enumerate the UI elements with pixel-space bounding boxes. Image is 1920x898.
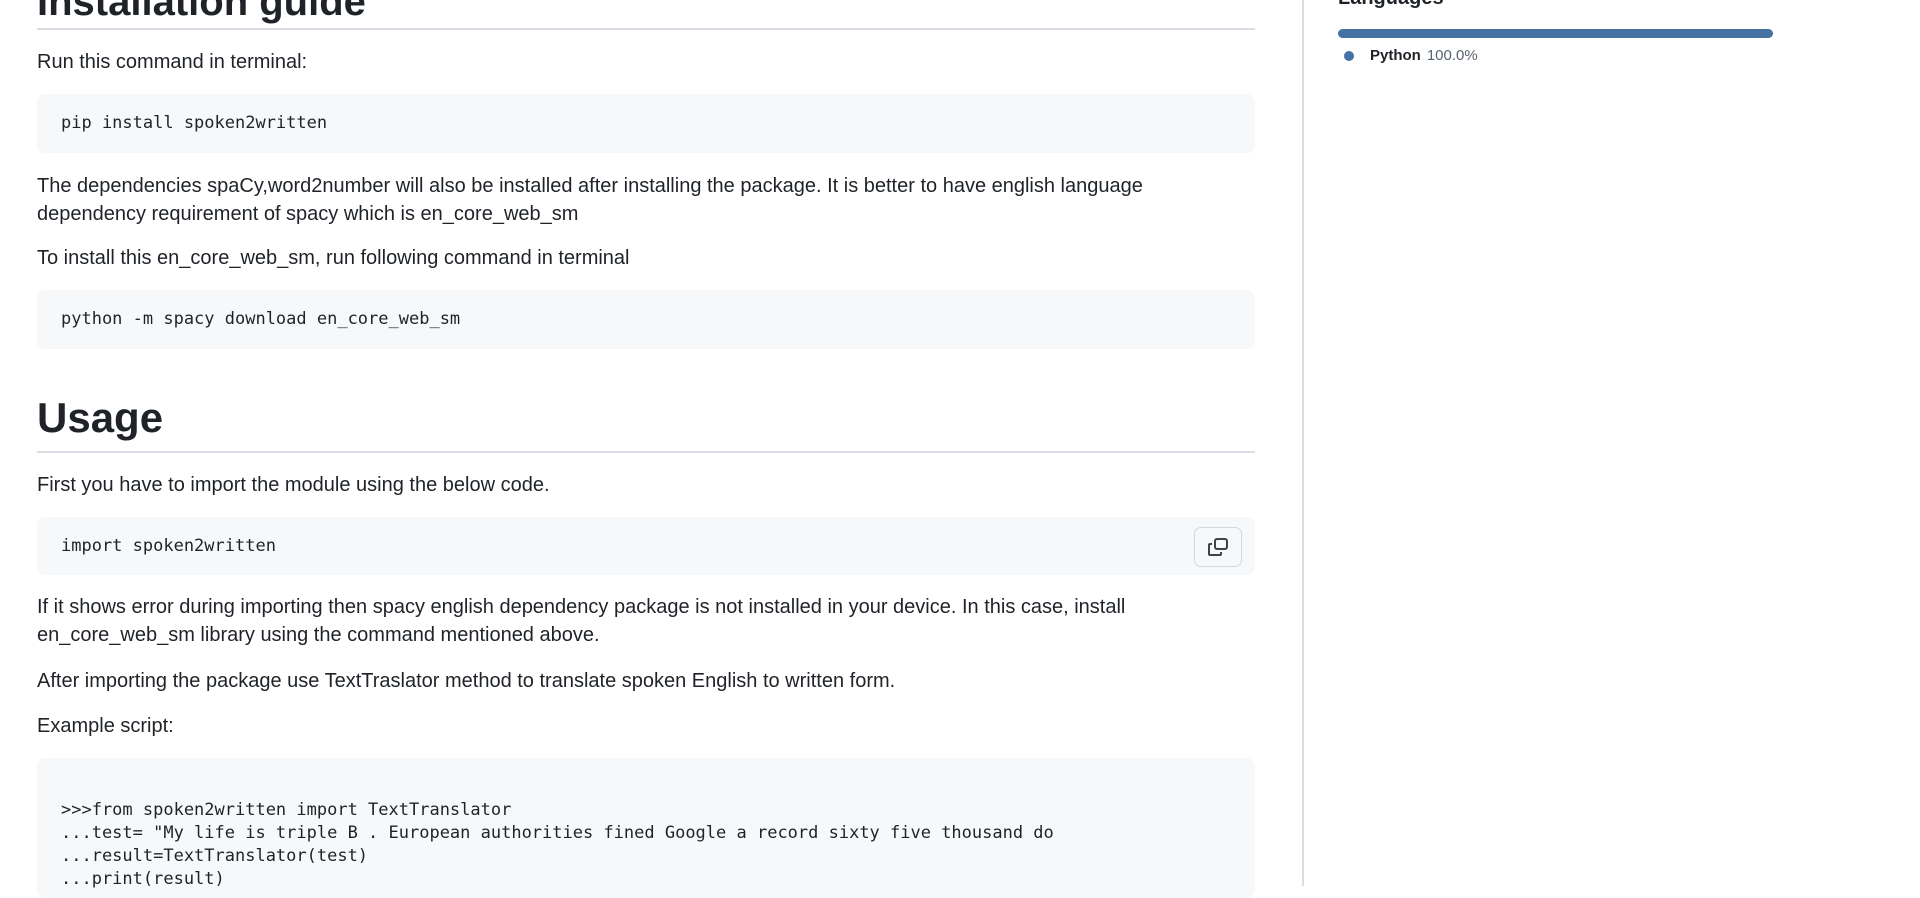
code-line: ...result=TextTranslator(test)	[61, 846, 369, 866]
example-label: Example script:	[37, 715, 174, 737]
dependencies-text: The dependencies spaCy,word2number will …	[37, 175, 1143, 225]
example-code: >>>from spoken2written import TextTransl…	[37, 758, 1255, 898]
languages-heading: Languages	[1338, 0, 1444, 10]
usage-divider	[37, 451, 1255, 453]
spacy-download-code: python -m spacy download en_core_web_sm	[37, 290, 1255, 349]
python-dot-icon	[1344, 50, 1354, 61]
language-bar	[1338, 29, 1773, 38]
copy-icon	[1208, 538, 1228, 556]
language-bar-python	[1338, 29, 1773, 38]
import-text: First you have to import the module usin…	[37, 474, 550, 496]
installation-heading: Installation guide	[37, 0, 366, 24]
language-item-python[interactable]: Python 100.0%	[1344, 47, 1478, 64]
install-model-text: To install this en_core_web_sm, run foll…	[37, 247, 630, 269]
code-line: >>>from spoken2written import TextTransl…	[61, 800, 512, 820]
code-line: ...print(result)	[61, 869, 225, 889]
after-import-text: After importing the package use TextTras…	[37, 670, 896, 692]
pip-install-code: pip install spoken2written	[37, 94, 1255, 153]
run-command-text: Run this command in terminal:	[37, 51, 308, 73]
usage-heading: Usage	[37, 394, 164, 441]
language-percent: 100.0%	[1426, 47, 1478, 64]
heading-divider	[37, 28, 1255, 30]
import-code: import spoken2written	[37, 517, 1255, 575]
sidebar-divider	[1302, 0, 1304, 886]
copy-button[interactable]	[1194, 527, 1242, 567]
code-line: ...test= "My life is triple B . European…	[61, 823, 1054, 843]
error-text: If it shows error during importing then …	[37, 596, 1126, 646]
language-name: Python	[1370, 47, 1421, 64]
